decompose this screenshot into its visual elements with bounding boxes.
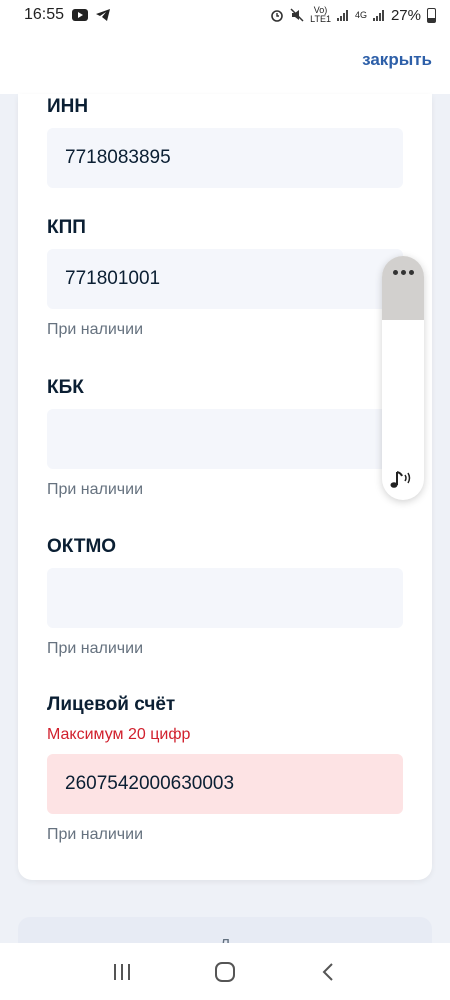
kpp-hint: При наличии [47, 321, 143, 338]
kbk-field: КБК При наличии [47, 377, 403, 499]
kbk-input[interactable] [47, 409, 403, 469]
account-label: Лицевой счёт [47, 694, 176, 715]
signal-icon-2 [372, 9, 385, 21]
kbk-label: КБК [47, 377, 84, 398]
signal-icon [336, 9, 349, 21]
account-hint: При наличии [47, 826, 143, 843]
network-label: Vo) LTE1 [310, 5, 331, 24]
alarm-icon [271, 10, 283, 22]
home-icon[interactable] [210, 957, 240, 987]
panel-menu-area[interactable] [382, 256, 424, 320]
inn-label: ИНН [47, 96, 89, 117]
more-dots-icon[interactable] [392, 270, 414, 275]
account-input[interactable]: 2607542000630003 [47, 754, 403, 814]
oktmo-input[interactable] [47, 568, 403, 628]
account-field: Лицевой счёт Максимум 20 цифр 2607542000… [47, 694, 403, 844]
inn-field: ИНН 7718083895 [47, 96, 403, 188]
network-type: 4G [354, 9, 367, 20]
floating-side-panel[interactable] [382, 256, 424, 500]
kpp-field: КПП 771801001 При наличии [47, 217, 403, 339]
system-nav-bar [0, 943, 450, 1000]
battery-icon [427, 7, 436, 23]
kpp-label: КПП [47, 217, 86, 238]
top-bar: закрыть [0, 30, 450, 94]
oktmo-label: ОКТМО [47, 536, 117, 557]
status-bar: 16:55 Vo) LTE1 4G 27% [0, 0, 450, 30]
clock: 16:55 [24, 6, 65, 23]
youtube-icon [72, 9, 89, 21]
back-icon[interactable] [313, 957, 343, 987]
telegram-icon [96, 9, 111, 21]
audio-note-icon[interactable] [388, 466, 418, 492]
kbk-hint: При наличии [47, 481, 143, 498]
recents-icon[interactable] [107, 957, 137, 987]
form-card: ИНН 7718083895 КПП 771801001 При наличии… [18, 94, 432, 880]
oktmo-hint: При наличии [47, 640, 143, 657]
close-link[interactable]: закрыть [362, 50, 432, 70]
kpp-input[interactable]: 771801001 [47, 249, 403, 309]
mute-icon [290, 8, 304, 22]
battery-percent: 27% [390, 6, 421, 24]
inn-input[interactable]: 7718083895 [47, 128, 403, 188]
oktmo-field: ОКТМО При наличии [47, 536, 403, 658]
account-error-message: Максимум 20 цифр [47, 726, 191, 743]
